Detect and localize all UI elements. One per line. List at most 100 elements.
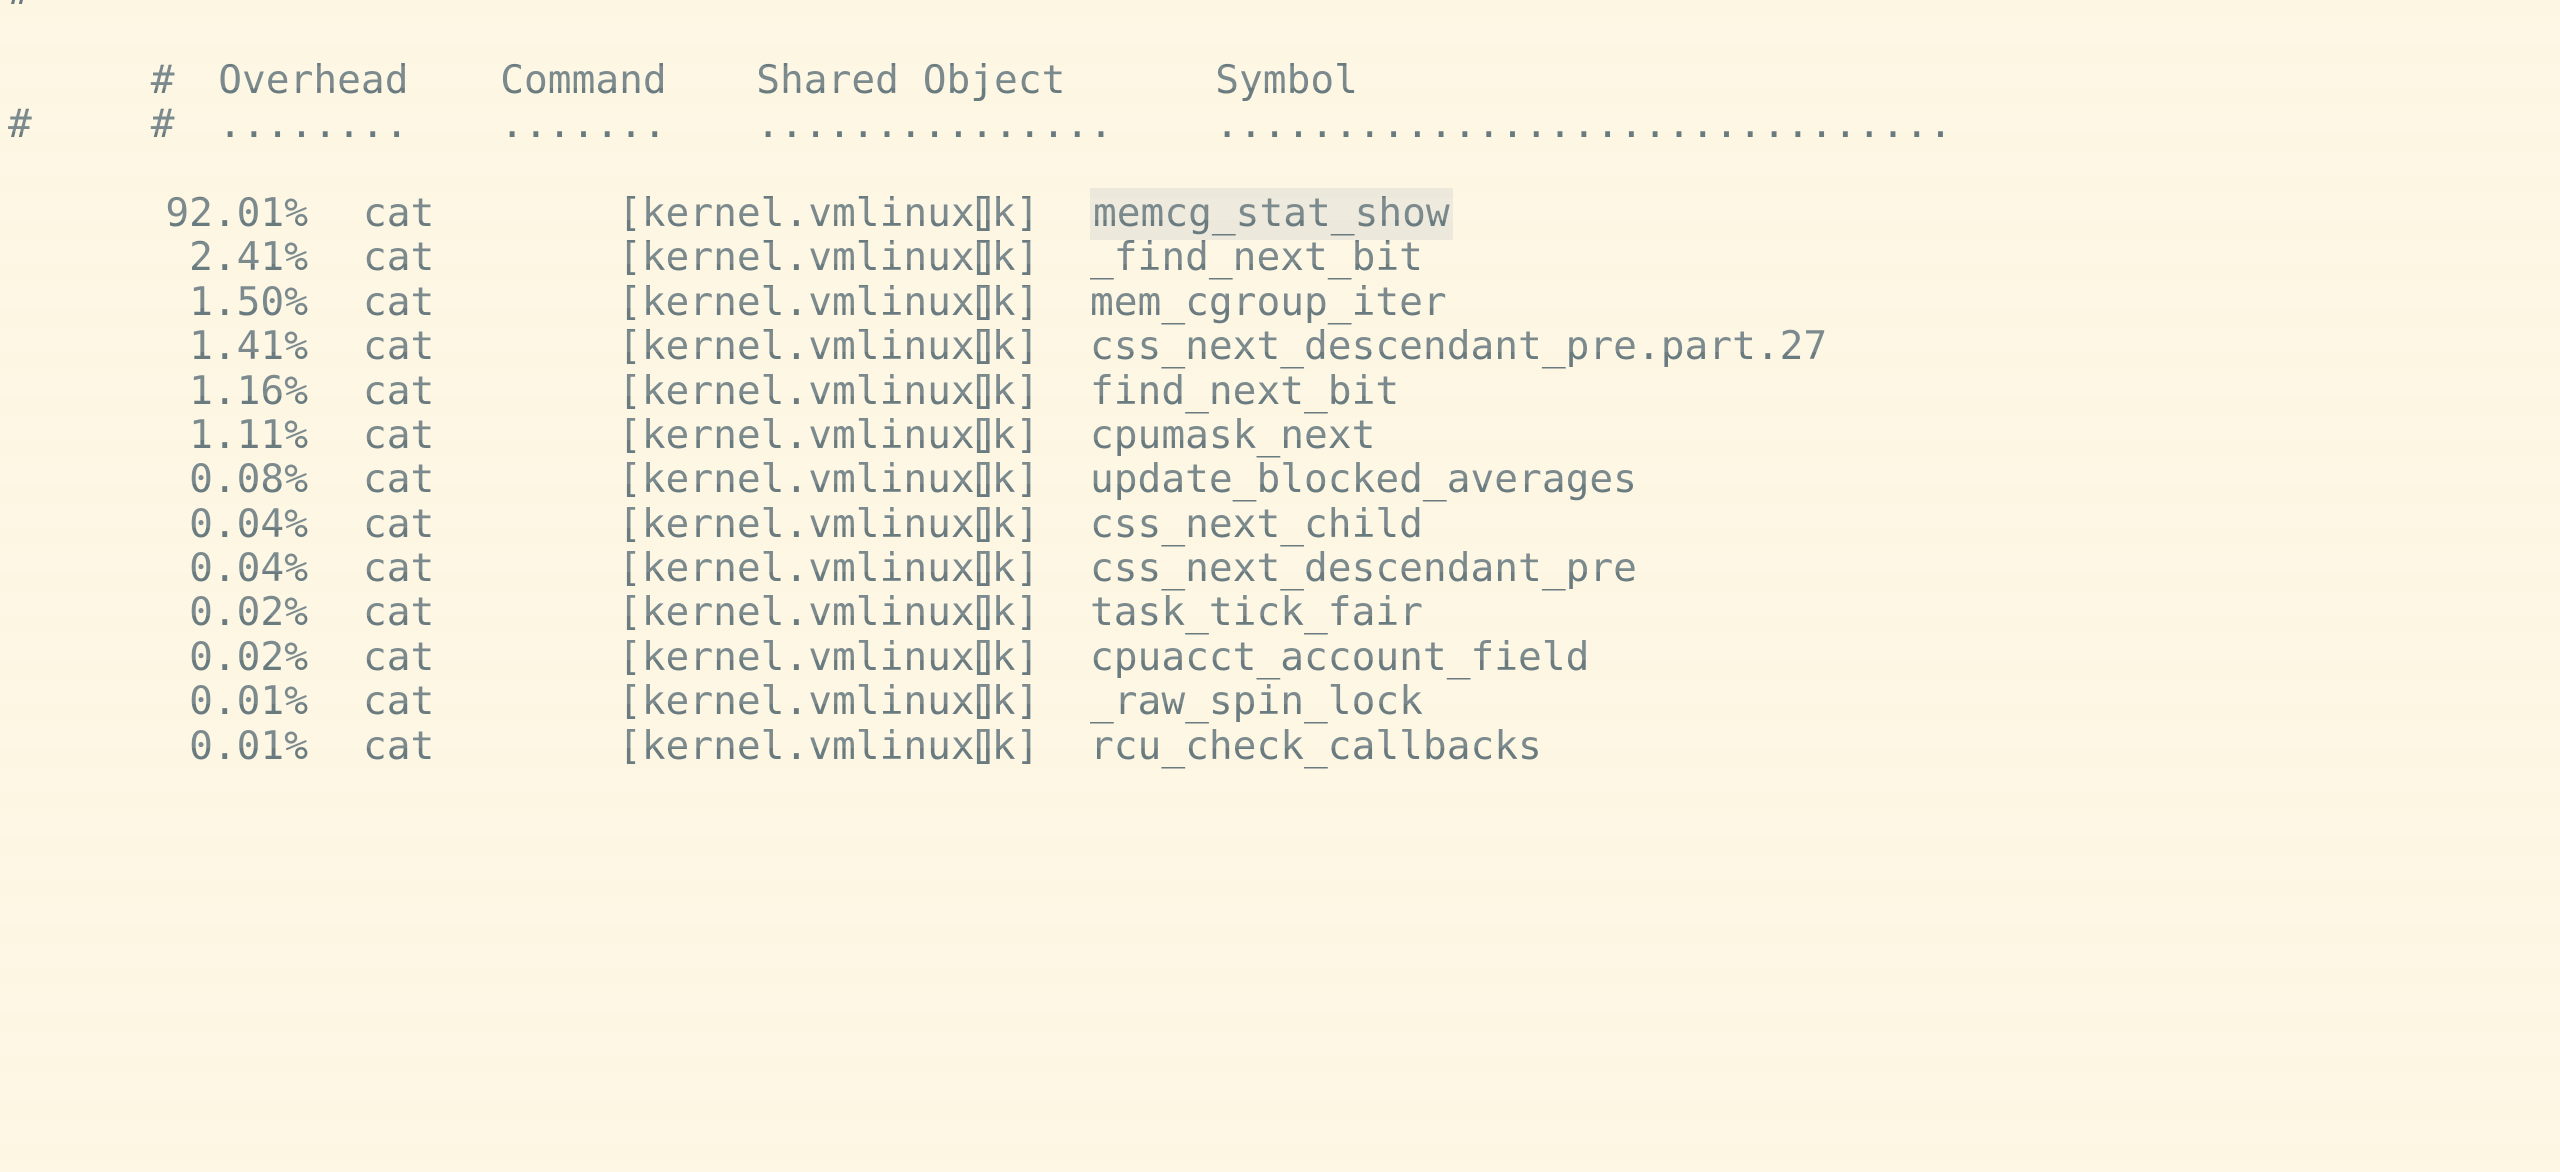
row-symbol-kind: [k]: [968, 456, 1040, 503]
row-symbol-text: css_next_descendant_pre: [1090, 545, 1637, 592]
row-symbol-kind: [k]: [968, 545, 1040, 592]
row-symbol-kind: [k]: [968, 722, 1040, 769]
table-row[interactable]: 1.41% cat [kernel.vmlinux][k] css_next_desc…: [8, 323, 2560, 370]
row-symbol-text: cpumask_next: [1090, 411, 1376, 458]
row-shared-object: [kernel.vmlinux]: [618, 500, 999, 547]
row-overhead: 0.04%: [189, 500, 308, 547]
terminal-window[interactable]: # # Overhead Command Shared Object Symbol #…: [0, 0, 2560, 1172]
column-header-overhead: Overhead: [218, 56, 409, 103]
row-symbol-text: _raw_spin_lock: [1090, 678, 1423, 725]
table-row[interactable]: 0.01% cat [kernel.vmlinux][k] rcu_check_cal…: [8, 722, 2560, 769]
table-row[interactable]: 2.41% cat [kernel.vmlinux][k] _find_next_bi…: [8, 234, 2560, 281]
row-command: cat: [363, 189, 435, 236]
row-symbol-kind: [k]: [968, 278, 1040, 325]
table-row[interactable]: 0.04% cat [kernel.vmlinux][k] css_next_chil…: [8, 500, 2560, 547]
table-row[interactable]: 0.02% cat [kernel.vmlinux][k] task_tick_fai…: [8, 589, 2560, 636]
row-symbol[interactable]: mem_cgroup_iter: [1072, 280, 1447, 324]
row-symbol-text: cpuacct_account_field: [1090, 633, 1590, 680]
row-symbol-text: memcg_stat_show: [1090, 187, 1453, 240]
row-command: cat: [363, 278, 435, 325]
row-command: cat: [363, 367, 435, 414]
row-command: cat: [363, 678, 435, 725]
row-symbol-selected[interactable]: memcg_stat_show: [1072, 187, 1453, 240]
row-command: cat: [363, 323, 435, 370]
perf-report-output: # # Overhead Command Shared Object Symbol #…: [0, 0, 2560, 768]
table-row[interactable]: 0.08% cat [kernel.vmlinux][k] update_blocke…: [8, 456, 2560, 503]
row-shared-object: [kernel.vmlinux]: [618, 234, 999, 281]
comment-line-top: #: [8, 0, 2560, 13]
comment-marker: #: [150, 101, 175, 148]
row-shared-object: [kernel.vmlinux]: [618, 678, 999, 725]
row-shared-object: [kernel.vmlinux]: [618, 633, 999, 680]
row-symbol-kind: [k]: [968, 500, 1040, 547]
row-symbol[interactable]: update_blocked_averages: [1072, 457, 1637, 501]
row-overhead: 1.16%: [189, 367, 308, 414]
row-command: cat: [363, 722, 435, 769]
table-row[interactable]: 1.16% cat [kernel.vmlinux][k] find_next_bit: [8, 367, 2560, 414]
row-overhead: 92.01%: [165, 189, 308, 236]
row-symbol-text: task_tick_fair: [1090, 589, 1423, 636]
row-overhead: 0.02%: [189, 589, 308, 636]
row-symbol-text: update_blocked_averages: [1090, 456, 1637, 503]
row-symbol-text: _find_next_bit: [1090, 234, 1423, 281]
separator-dots-symbol: ...............................: [1215, 101, 1953, 148]
row-shared-object: [kernel.vmlinux]: [618, 545, 999, 592]
table-row[interactable]: 1.11% cat [kernel.vmlinux][k] cpumask_next: [8, 411, 2560, 458]
row-symbol[interactable]: css_next_descendant_pre.part.27: [1072, 324, 1827, 368]
row-shared-object: [kernel.vmlinux]: [618, 722, 999, 769]
separator-dots-command: .......: [500, 101, 667, 148]
row-symbol-text: rcu_check_callbacks: [1090, 722, 1542, 769]
row-symbol[interactable]: task_tick_fair: [1072, 590, 1423, 634]
row-overhead: 2.41%: [189, 234, 308, 281]
column-header-command: Command: [500, 56, 667, 103]
row-symbol-kind: [k]: [968, 633, 1040, 680]
row-shared-object: [kernel.vmlinux]: [618, 278, 999, 325]
row-shared-object: [kernel.vmlinux]: [618, 323, 999, 370]
row-symbol-kind: [k]: [968, 189, 1040, 236]
separator-dots-overhead: ........: [218, 101, 409, 148]
row-overhead: 0.08%: [189, 456, 308, 503]
row-command: cat: [363, 545, 435, 592]
row-symbol[interactable]: find_next_bit: [1072, 367, 1400, 414]
row-symbol-text: css_next_child: [1090, 500, 1423, 547]
row-overhead: 0.01%: [189, 722, 308, 769]
perf-report-rows: 92.01% cat [kernel.vmlinux][k] memcg_stat_s…: [8, 187, 2560, 769]
separator-dots-shared-object: ...............: [756, 101, 1113, 148]
row-command: cat: [363, 234, 435, 281]
row-command: cat: [363, 633, 435, 680]
table-row[interactable]: 1.50% cat [kernel.vmlinux][k] mem_cgroup_it…: [8, 278, 2560, 325]
row-symbol[interactable]: _find_next_bit: [1072, 235, 1423, 279]
row-overhead: 1.11%: [189, 411, 308, 458]
comment-marker: #: [150, 56, 175, 103]
row-symbol[interactable]: cpumask_next: [1072, 413, 1375, 457]
row-symbol-text: find_next_bit: [1090, 367, 1400, 414]
table-row[interactable]: 0.04% cat [kernel.vmlinux][k] css_next_desc…: [8, 545, 2560, 592]
table-row[interactable]: 0.01% cat [kernel.vmlinux][k] _raw_spin_loc…: [8, 678, 2560, 725]
row-symbol-kind: [k]: [968, 234, 1040, 281]
row-command: cat: [363, 500, 435, 547]
row-overhead: 1.41%: [189, 323, 308, 370]
table-row[interactable]: 0.02% cat [kernel.vmlinux][k] cpuacct_accou…: [8, 633, 2560, 680]
column-header-symbol: Symbol: [1215, 56, 1358, 103]
row-overhead: 1.50%: [189, 278, 308, 325]
row-overhead: 0.02%: [189, 633, 308, 680]
column-header-shared-object: Shared Object: [756, 56, 1066, 103]
table-row[interactable]: 92.01% cat [kernel.vmlinux][k] memcg_stat_s…: [8, 187, 2560, 240]
row-symbol[interactable]: cpuacct_account_field: [1072, 635, 1589, 679]
row-symbol[interactable]: css_next_child: [1072, 500, 1423, 547]
row-shared-object: [kernel.vmlinux]: [618, 456, 999, 503]
row-symbol[interactable]: rcu_check_callbacks: [1072, 722, 1542, 769]
row-symbol[interactable]: css_next_descendant_pre: [1072, 546, 1637, 590]
row-symbol-kind: [k]: [968, 589, 1040, 636]
row-command: cat: [363, 456, 435, 503]
column-header-line: # Overhead Command Shared Object Symbol: [8, 13, 2560, 102]
row-symbol[interactable]: _raw_spin_lock: [1072, 679, 1423, 723]
row-shared-object: [kernel.vmlinux]: [618, 589, 999, 636]
row-shared-object: [kernel.vmlinux]: [618, 189, 999, 236]
row-symbol-kind: [k]: [968, 411, 1040, 458]
row-overhead: 0.04%: [189, 545, 308, 592]
row-symbol-kind: [k]: [968, 367, 1040, 414]
row-overhead: 0.01%: [189, 678, 308, 725]
row-shared-object: [kernel.vmlinux]: [618, 367, 999, 414]
